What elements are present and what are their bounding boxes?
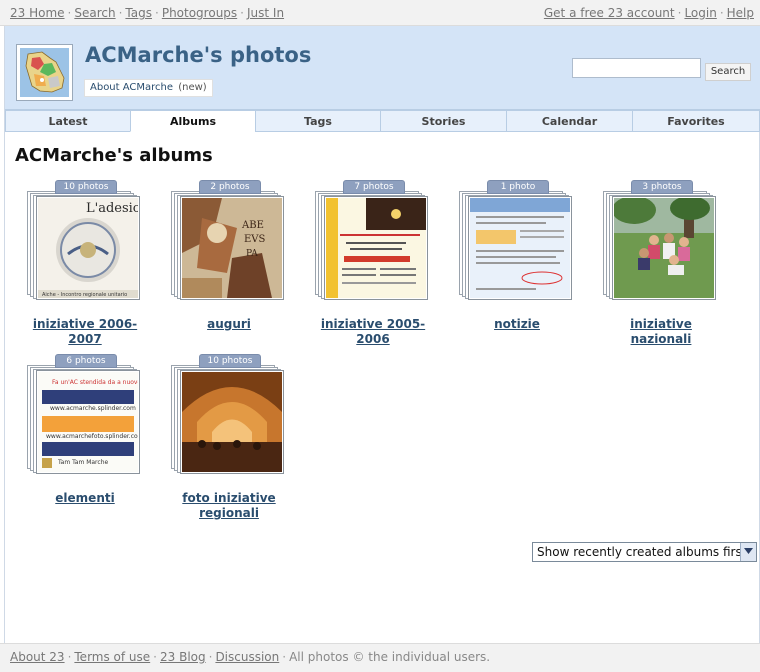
tab-favorites[interactable]: Favorites — [632, 110, 760, 132]
album-stack: Fa un'AC stendida da a nuovo www.acmarch… — [27, 361, 141, 475]
link-about-23[interactable]: About 23 — [10, 650, 65, 664]
link-terms[interactable]: Terms of use — [74, 650, 150, 664]
album-cover-image: Fa un'AC stendida da a nuovo www.acmarch… — [38, 372, 138, 472]
link-23-blog[interactable]: 23 Blog — [160, 650, 206, 664]
separator: · — [153, 650, 157, 664]
content-frame: ACMarche's photos About ACMarche (new) S… — [4, 26, 760, 643]
album-stack — [459, 187, 573, 301]
separator: · — [719, 6, 724, 20]
album-cover-image — [470, 198, 570, 298]
album-cover-image: L'adesion Aiche - Incontro regionale uni… — [38, 198, 138, 298]
album-title-link[interactable]: iniziative 2005-2006 — [315, 317, 431, 347]
separator: · — [677, 6, 682, 20]
link-just-in[interactable]: Just In — [247, 6, 284, 20]
photo-count-badge: 7 photos — [343, 180, 405, 194]
album-thumbnail[interactable] — [180, 370, 284, 474]
album-title-link[interactable]: notizie — [459, 317, 575, 332]
separator: · — [208, 650, 213, 664]
link-login[interactable]: Login — [684, 6, 716, 20]
marche-map-icon — [20, 48, 69, 97]
sort-selected-value: Show recently created albums first — [537, 545, 747, 559]
tab-latest[interactable]: Latest — [5, 110, 131, 132]
album-cover-image — [614, 198, 714, 298]
album-cover-image: ABE EVS PA — [182, 198, 282, 298]
search-button[interactable]: Search — [705, 63, 751, 81]
about-link[interactable]: About ACMarche — [90, 82, 173, 93]
album-cover-image — [182, 372, 282, 472]
tab-stories[interactable]: Stories — [380, 110, 507, 132]
album-title-link[interactable]: auguri — [171, 317, 287, 332]
photo-count-badge: 10 photos — [199, 354, 261, 368]
link-get-free-account[interactable]: Get a free 23 account — [544, 6, 675, 20]
album-thumbnail[interactable]: L'adesion Aiche - Incontro regionale uni… — [36, 196, 140, 300]
album-thumbnail[interactable] — [468, 196, 572, 300]
avatar[interactable] — [16, 44, 73, 101]
about-badge: About ACMarche (new) — [84, 79, 213, 97]
separator: · — [155, 6, 159, 20]
tab-tags[interactable]: Tags — [255, 110, 381, 132]
chevron-down-icon[interactable] — [740, 543, 756, 561]
top-nav-right: Get a free 23 account · Login · Help — [544, 6, 754, 20]
link-photogroups[interactable]: Photogroups — [162, 6, 237, 20]
album-title-link[interactable]: iniziative 2006-2007 — [27, 317, 143, 347]
album-cover-image — [326, 198, 426, 298]
page-title: ACMarche's photos — [85, 43, 312, 67]
svg-text:Tam Tam Marche: Tam Tam Marche — [57, 459, 108, 466]
album-title-link[interactable]: elementi — [27, 491, 143, 506]
svg-text:www.acmarchefoto.splinder.com: www.acmarchefoto.splinder.com — [46, 433, 138, 440]
album-stack: L'adesion Aiche - Incontro regionale uni… — [27, 187, 141, 301]
svg-text:Aiche - Incontro regionale uni: Aiche - Incontro regionale unitario — [42, 292, 127, 298]
album-stack — [603, 187, 717, 301]
album-title-link[interactable]: iniziative nazionali — [603, 317, 719, 347]
separator: · — [282, 650, 287, 664]
section-tabs: Latest Albums Tags Stories Calendar Favo… — [5, 110, 760, 132]
svg-text:Fa un'AC stendida da a nuovo: Fa un'AC stendida da a nuovo — [52, 379, 138, 386]
separator: · — [118, 6, 123, 20]
tab-calendar[interactable]: Calendar — [506, 110, 633, 132]
albums-heading: ACMarche's albums — [15, 145, 213, 166]
photo-count-badge: 2 photos — [199, 180, 261, 194]
top-nav-bar: 23 Home · Search · Tags · Photogroups · Just In … — [0, 0, 760, 26]
link-tags[interactable]: Tags — [125, 6, 152, 20]
album-thumbnail[interactable]: Fa un'AC stendida da a nuovo www.acmarch… — [36, 370, 140, 474]
album-sort-select[interactable]: Show recently created albums first — [532, 542, 757, 562]
album-stack — [315, 187, 429, 301]
top-nav-left: 23 Home · Search · Tags · Photogroups · Just In — [10, 6, 284, 20]
album-stack: ABE EVS PA — [171, 187, 285, 301]
profile-header: ACMarche's photos About ACMarche (new) S… — [5, 26, 760, 110]
svg-text:www.acmarche.splinder.com: www.acmarche.splinder.com — [50, 405, 136, 412]
link-search[interactable]: Search — [74, 6, 115, 20]
search-input[interactable] — [572, 58, 701, 78]
copyright-notice: All photos © the individual users. — [289, 650, 491, 664]
photo-count-badge: 3 photos — [631, 180, 693, 194]
svg-text:ABE: ABE — [241, 220, 264, 231]
separator: · — [240, 6, 244, 20]
album-thumbnail[interactable] — [612, 196, 716, 300]
tab-albums[interactable]: Albums — [130, 110, 256, 132]
footer: About 23 · Terms of use · 23 Blog · Discussion… — [0, 643, 760, 672]
photo-count-badge: 10 photos — [55, 180, 117, 194]
photo-count-badge: 6 photos — [55, 354, 117, 368]
svg-text:L'adesion: L'adesion — [86, 201, 138, 216]
svg-text:PA: PA — [246, 249, 258, 259]
new-marker: (new) — [178, 82, 207, 93]
link-discussion[interactable]: Discussion — [215, 650, 279, 664]
album-stack — [171, 361, 285, 475]
separator: · — [67, 650, 72, 664]
separator: · — [67, 6, 72, 20]
link-help[interactable]: Help — [727, 6, 754, 20]
svg-text:EVS: EVS — [244, 234, 266, 245]
album-thumbnail[interactable]: ABE EVS PA — [180, 196, 284, 300]
album-thumbnail[interactable] — [324, 196, 428, 300]
photo-count-badge: 1 photo — [487, 180, 549, 194]
album-title-link[interactable]: foto iniziative regionali — [171, 491, 287, 521]
link-23-home[interactable]: 23 Home — [10, 6, 65, 20]
